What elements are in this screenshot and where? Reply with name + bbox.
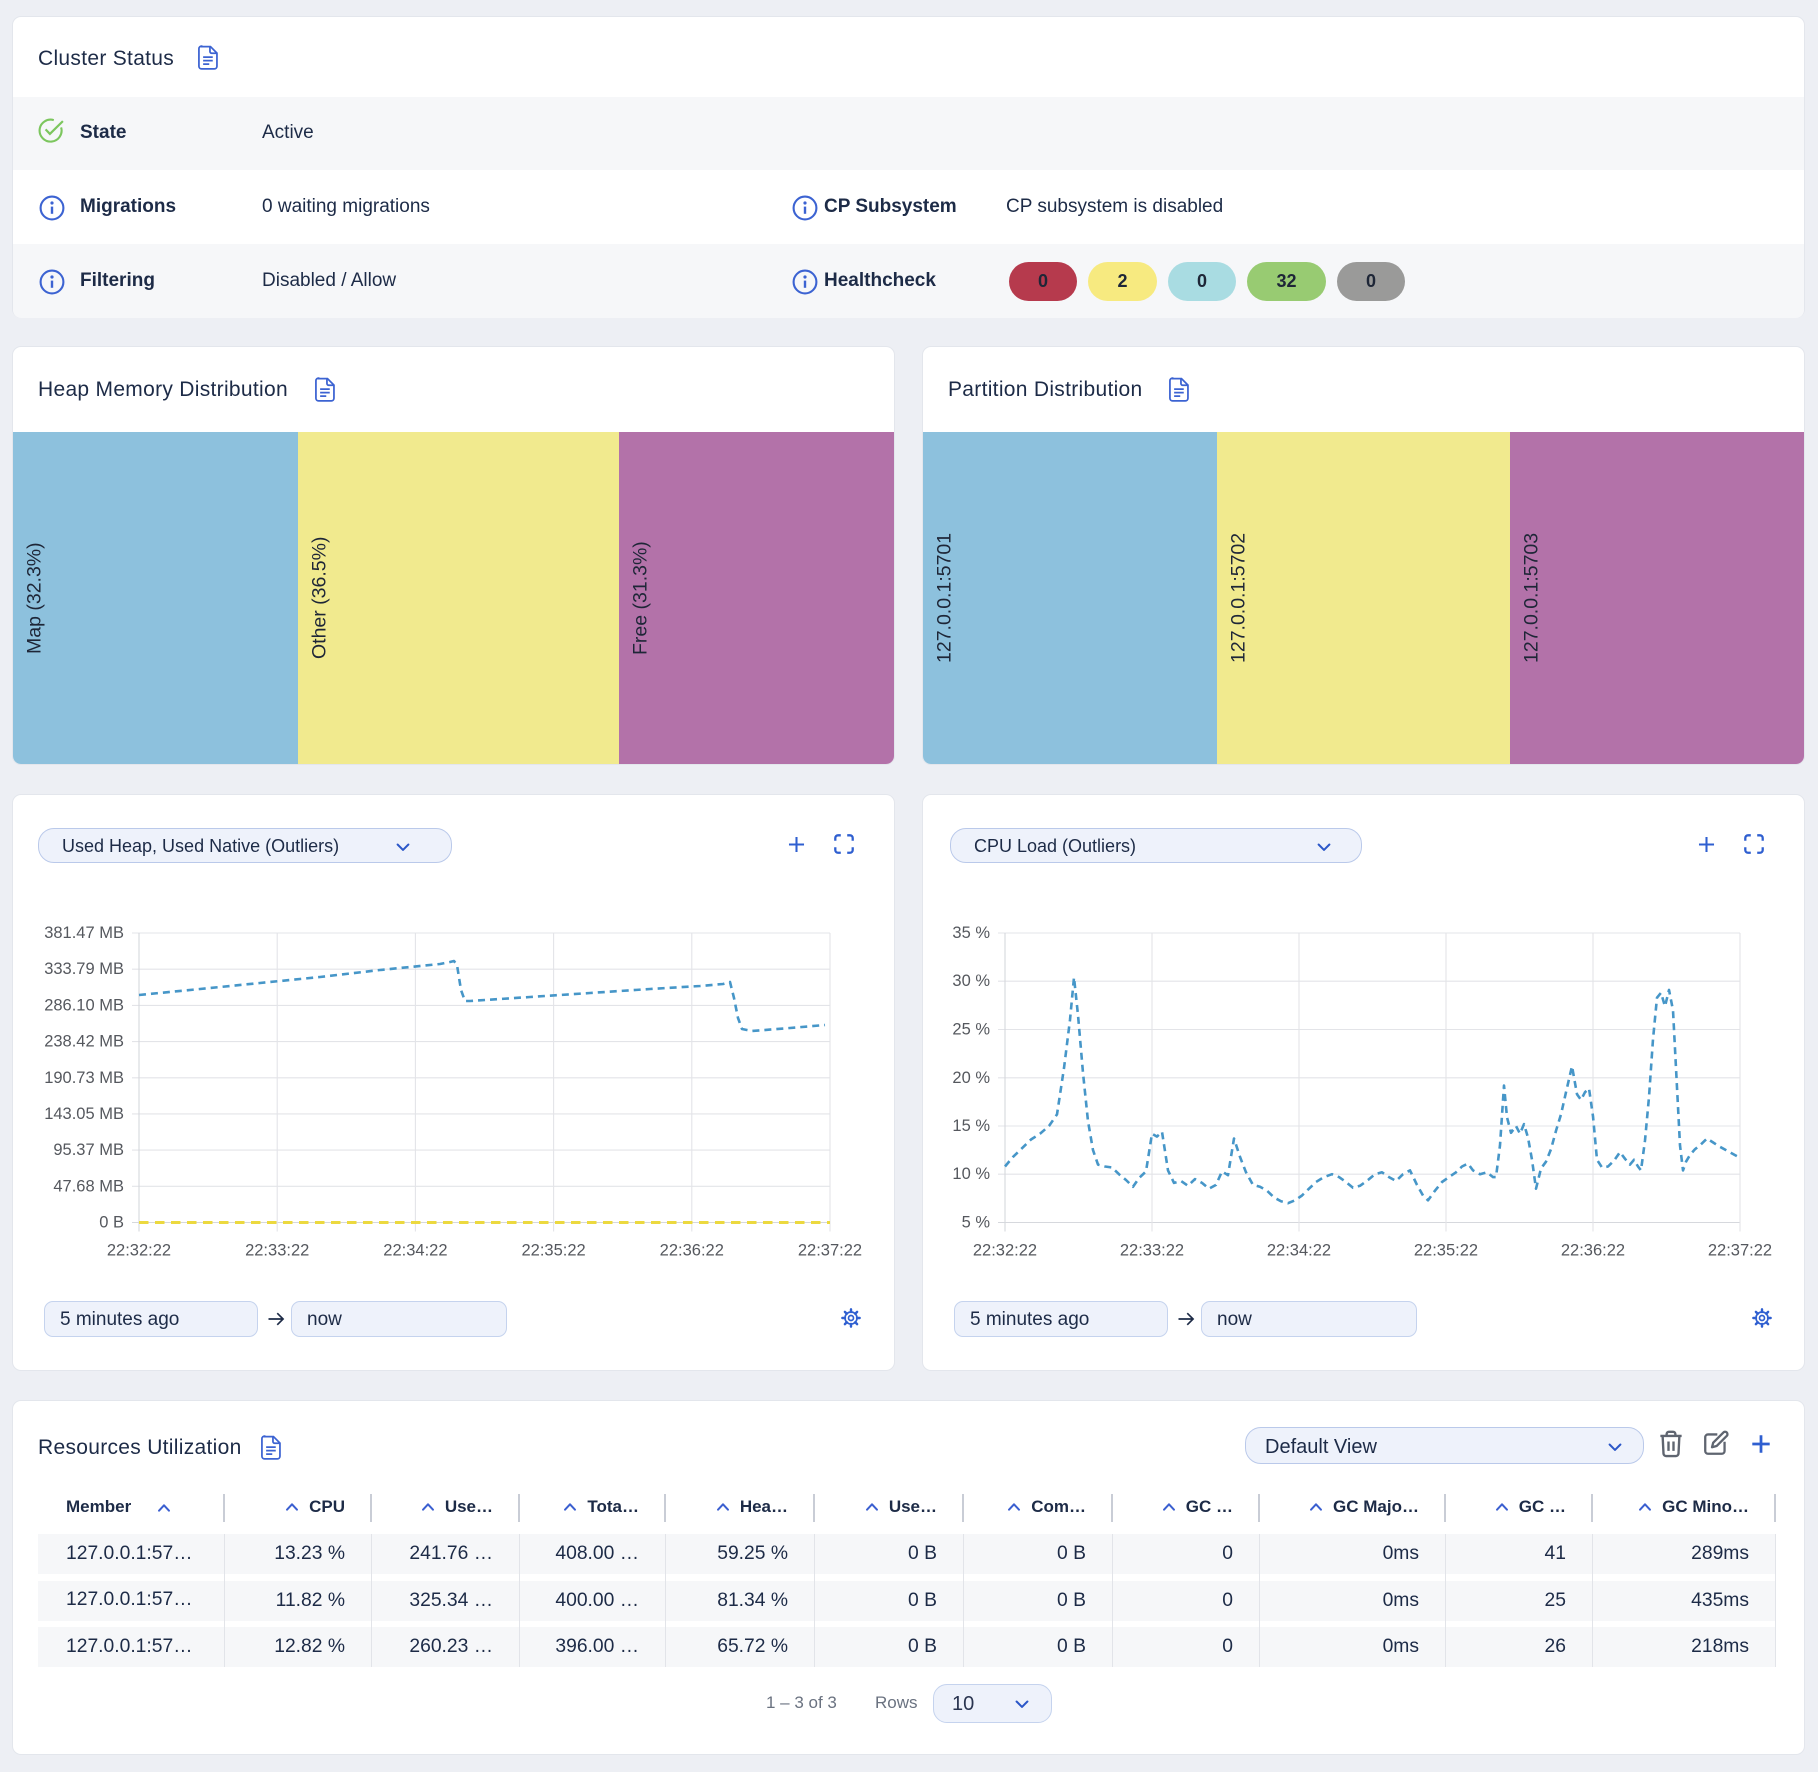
svg-text:10 %: 10 % bbox=[952, 1165, 990, 1183]
svg-text:286.10 MB: 286.10 MB bbox=[44, 996, 124, 1014]
svg-text:22:37:22: 22:37:22 bbox=[1708, 1242, 1772, 1260]
svg-text:22:36:22: 22:36:22 bbox=[660, 1242, 724, 1260]
svg-text:333.79 MB: 333.79 MB bbox=[44, 960, 124, 978]
svg-text:22:33:22: 22:33:22 bbox=[1120, 1242, 1184, 1260]
svg-text:47.68 MB: 47.68 MB bbox=[53, 1177, 124, 1195]
svg-text:0 B: 0 B bbox=[99, 1214, 124, 1232]
svg-text:20 %: 20 % bbox=[952, 1069, 990, 1087]
svg-text:15 %: 15 % bbox=[952, 1117, 990, 1135]
svg-text:22:35:22: 22:35:22 bbox=[521, 1242, 585, 1260]
svg-text:238.42 MB: 238.42 MB bbox=[44, 1033, 124, 1051]
svg-text:22:37:22: 22:37:22 bbox=[798, 1242, 862, 1260]
svg-text:95.37 MB: 95.37 MB bbox=[53, 1141, 124, 1159]
svg-text:5 %: 5 % bbox=[962, 1214, 991, 1232]
svg-text:22:34:22: 22:34:22 bbox=[1267, 1242, 1331, 1260]
svg-text:22:33:22: 22:33:22 bbox=[245, 1242, 309, 1260]
svg-text:22:32:22: 22:32:22 bbox=[107, 1242, 171, 1260]
svg-text:381.47 MB: 381.47 MB bbox=[44, 924, 124, 942]
svg-text:22:36:22: 22:36:22 bbox=[1561, 1242, 1625, 1260]
svg-text:22:32:22: 22:32:22 bbox=[973, 1242, 1037, 1260]
svg-text:35 %: 35 % bbox=[952, 924, 990, 942]
svg-text:25 %: 25 % bbox=[952, 1021, 990, 1039]
svg-text:143.05 MB: 143.05 MB bbox=[44, 1105, 124, 1123]
svg-text:22:34:22: 22:34:22 bbox=[383, 1242, 447, 1260]
svg-text:30 %: 30 % bbox=[952, 972, 990, 990]
svg-text:22:35:22: 22:35:22 bbox=[1414, 1242, 1478, 1260]
svg-text:190.73 MB: 190.73 MB bbox=[44, 1069, 124, 1087]
